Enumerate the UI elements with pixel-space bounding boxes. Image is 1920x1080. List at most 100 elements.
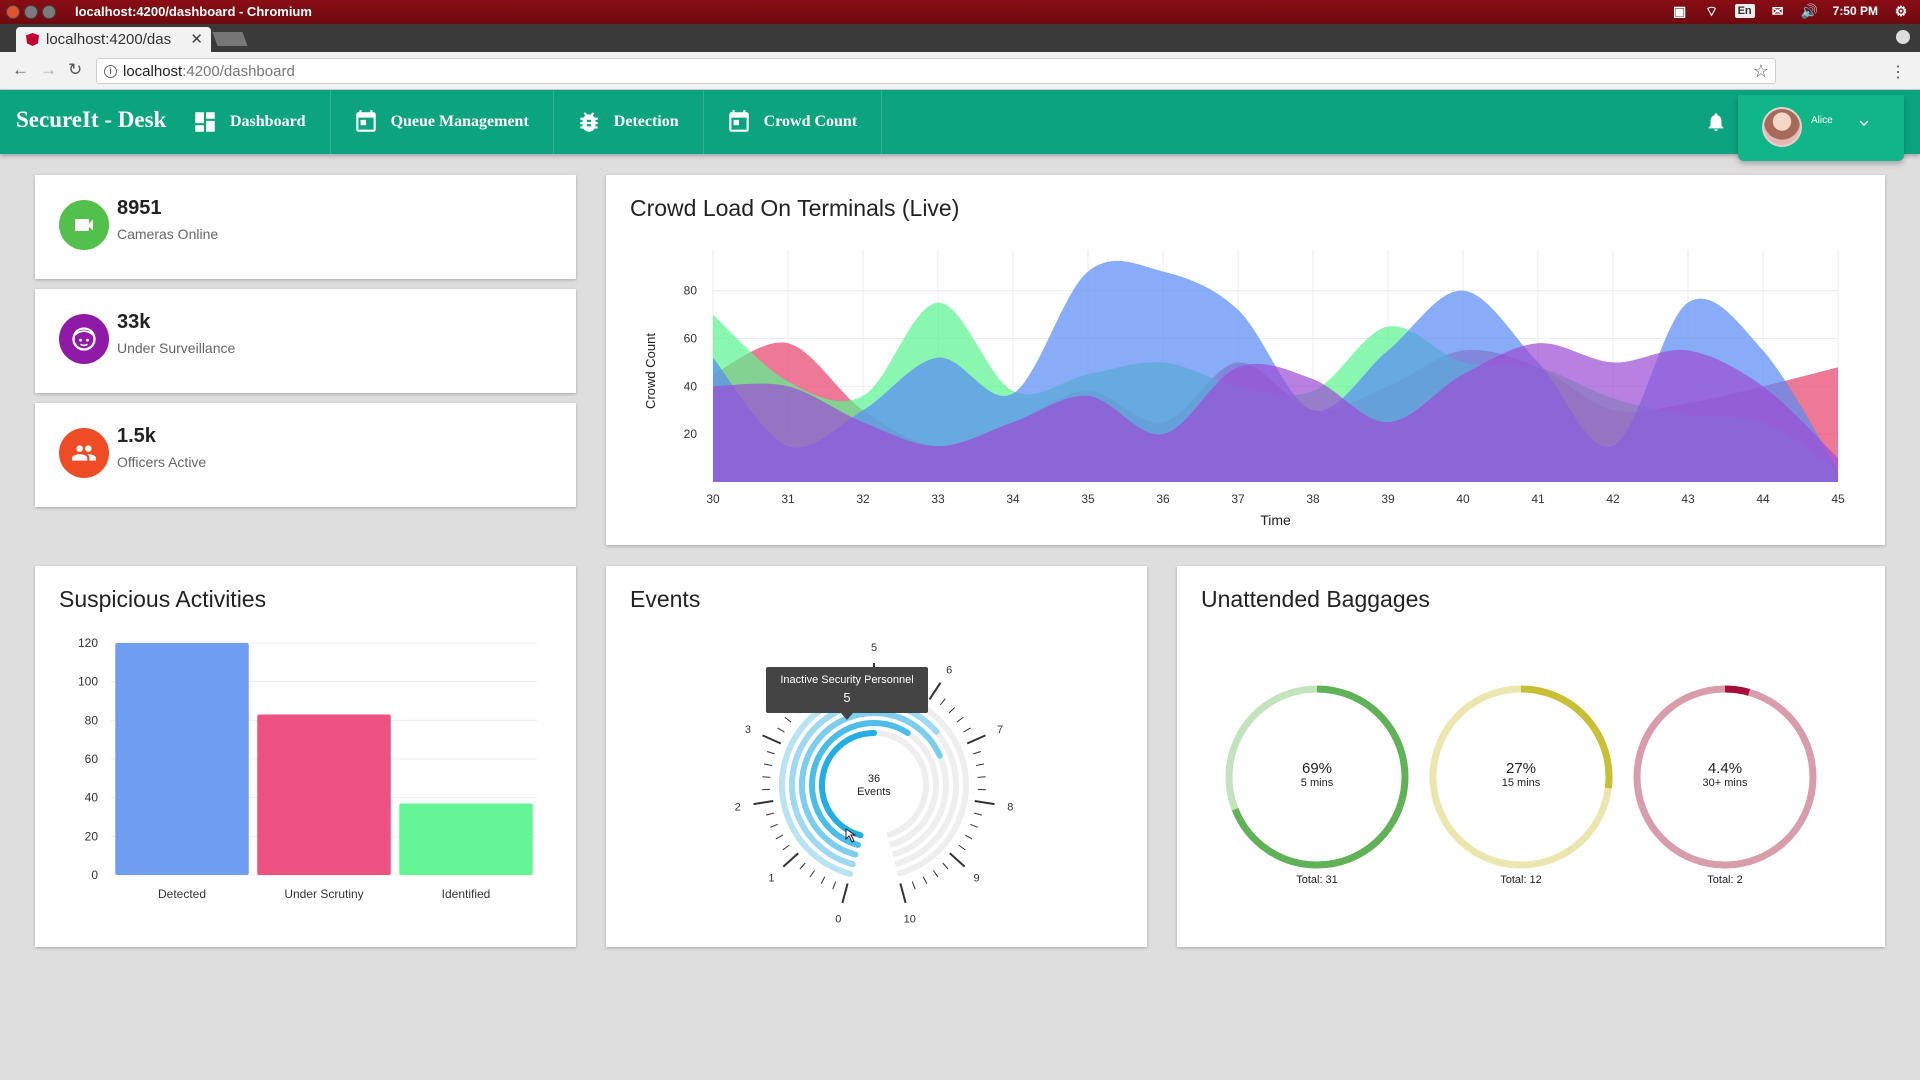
x-tick-label: 31 (781, 492, 795, 506)
nav-queue-management-label: Queue Management (390, 113, 529, 130)
gauge-tick (820, 876, 826, 884)
gauge-tick (928, 682, 942, 701)
nav-queue-management[interactable]: Queue Management (351, 90, 554, 154)
donut-percent: 69% (1302, 760, 1332, 777)
gauge-tick (939, 698, 946, 706)
donut-period: 5 mins (1301, 777, 1334, 789)
x-tick-label: 30 (706, 492, 720, 506)
gauge-tick (775, 834, 784, 840)
bookmark-star-icon[interactable]: ☆ (1753, 61, 1769, 82)
bug-icon (580, 112, 598, 132)
stat-value: 1.5k (117, 425, 156, 447)
stat-card-officers: 1.5k Officers Active (35, 403, 576, 507)
y-tick-label: 120 (78, 636, 98, 650)
gauge-tick (770, 823, 778, 828)
notification-bell-icon[interactable] (1705, 110, 1727, 134)
gauge-tick (809, 870, 816, 878)
tooltip-label: Inactive Security Personnel (780, 674, 913, 686)
y-tick-label: 60 (85, 752, 99, 766)
gauge-tick-label: 2 (735, 802, 741, 814)
stat-icon-circle (59, 314, 109, 364)
y-tick-label: 100 (78, 675, 98, 689)
gauge-tick (784, 716, 792, 723)
browser-menu-icon[interactable]: ⋮ (1890, 62, 1906, 82)
nav-crowd-count[interactable]: Crowd Count (724, 90, 883, 154)
settings-gear-icon[interactable]: ⚙ (1892, 3, 1910, 19)
events-card: Events 0 1 2 3 5 6 7 8 9 10 36 Events Inactive Secur… (606, 566, 1147, 947)
y-tick-label: 40 (684, 379, 698, 393)
events-radial-chart: 0 1 2 3 5 6 7 8 9 10 36Events Inactive Security Per… (735, 642, 1014, 925)
nav-detection[interactable]: Detection (574, 90, 704, 154)
y-axis-label: Crowd Count (643, 333, 658, 409)
stat-icon-circle (59, 428, 109, 478)
forward-arrow-icon[interactable]: → (40, 60, 57, 80)
x-tick-label: 42 (1606, 492, 1620, 506)
donut-total: Total: 2 (1707, 874, 1742, 886)
browser-tab[interactable]: localhost:4200/das ✕ (16, 27, 211, 52)
brand-title[interactable]: SecureIt - Desk (16, 107, 166, 133)
y-tick-label: 0 (91, 868, 98, 882)
gauge-tick (899, 883, 907, 904)
user-menu[interactable]: Alice (1738, 95, 1904, 161)
gauge-tick (958, 844, 966, 851)
gauge-tick (782, 844, 790, 851)
volume-icon[interactable]: 🔊 (1801, 3, 1819, 19)
donut-period: 30+ mins (1703, 777, 1748, 789)
x-tick-label: 38 (1306, 492, 1320, 506)
browser-profile-icon[interactable] (1896, 30, 1910, 44)
gauge-tick (911, 881, 916, 890)
chevron-down-icon[interactable] (1858, 117, 1870, 129)
clock[interactable]: 7:50 PM (1833, 4, 1878, 18)
x-tick-label: 36 (1156, 492, 1170, 506)
x-tick-label: 41 (1531, 492, 1545, 506)
gauge-tick (782, 852, 799, 868)
crowd-load-card: Crowd Load On Terminals (Live) 30 31 32 33 3… (606, 175, 1885, 545)
gauge-tick (922, 876, 928, 884)
back-arrow-icon[interactable]: ← (12, 60, 29, 80)
x-tick-label: 35 (1081, 492, 1095, 506)
gauge-tick-label: 3 (745, 724, 751, 736)
y-tick-label: 40 (85, 791, 99, 805)
gauge-tick (956, 716, 964, 723)
mail-icon[interactable]: ✉ (1769, 3, 1787, 19)
window-maximize-button[interactable] (42, 5, 56, 19)
gauge-tick-label: 7 (997, 724, 1003, 736)
reload-icon[interactable]: ↻ (68, 60, 82, 80)
dashboard-icon (195, 112, 215, 132)
x-tick-label: Under Scrutiny (284, 887, 363, 901)
y-tick-label: 80 (85, 713, 99, 727)
donut-percent: 27% (1506, 760, 1536, 777)
new-tab-button[interactable] (212, 32, 248, 46)
window-close-button[interactable] (6, 5, 20, 19)
face-icon (72, 327, 96, 351)
gauge-tick (974, 812, 983, 816)
wifi-icon[interactable]: ⌔ (1703, 3, 1721, 19)
nav-detection-label: Detection (613, 113, 679, 130)
site-info-icon[interactable]: i (104, 65, 117, 78)
gauge-tick-label: 1 (768, 872, 774, 884)
gauge-tick (841, 883, 849, 904)
gauge-tick-label: 0 (835, 913, 841, 925)
gauge-tick (966, 734, 986, 745)
gauge-tick-label: 10 (904, 913, 916, 925)
window-minimize-button[interactable] (24, 5, 38, 19)
user-name: Alice (1811, 115, 1833, 126)
os-top-bar: localhost:4200/dashboard - Chromium ▣ ⌔ … (0, 0, 1920, 24)
gauge-tick-label: 9 (973, 872, 979, 884)
unattended-baggages-card: Unattended Baggages 69% 5 mins Total: 31 27… (1177, 566, 1885, 947)
calendar-icon (355, 110, 376, 132)
camera-tray-icon[interactable]: ▣ (1671, 3, 1689, 19)
keyboard-language-indicator[interactable]: En (1734, 4, 1755, 18)
gauge-tick-label: 5 (871, 642, 877, 654)
suspicious-activities-chart: 0 20 40 60 80 100 120 Detected Under Scrutiny Ide… (78, 636, 537, 901)
tab-close-icon[interactable]: ✕ (190, 30, 203, 48)
gauge-tick-label: 8 (1007, 802, 1013, 814)
gauge-ring (819, 730, 877, 839)
nav-dashboard[interactable]: Dashboard (190, 90, 331, 154)
x-tick-label: Detected (158, 887, 206, 901)
bar (257, 714, 391, 875)
avatar (1762, 107, 1802, 147)
x-tick-label: 45 (1831, 492, 1845, 506)
url-input[interactable]: i localhost:4200/dashboard ☆ (96, 58, 1776, 84)
stat-value: 8951 (117, 197, 162, 219)
